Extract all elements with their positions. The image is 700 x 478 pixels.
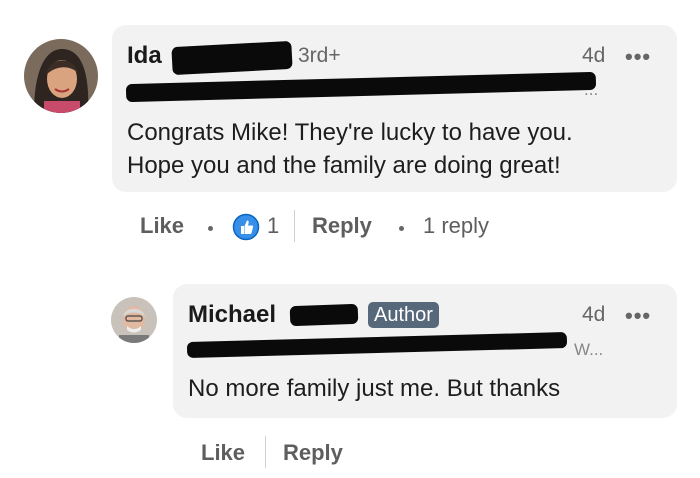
reply-text: No more family just me. But thanks [188, 375, 561, 402]
view-replies-link[interactable]: 1 reply [423, 213, 489, 239]
comment-text-line-1: Congrats Mike! They're lucky to have you… [127, 119, 573, 146]
commenter-avatar[interactable] [24, 39, 98, 113]
action-divider [294, 210, 295, 242]
commenter-headline: ... [584, 80, 599, 99]
comment-more-options-icon[interactable]: ••• [625, 44, 651, 70]
comment-like-button[interactable]: Like [140, 213, 184, 239]
reply-timestamp: 4d [582, 303, 606, 326]
separator-dot [399, 226, 404, 231]
reply-like-button[interactable]: Like [201, 440, 245, 466]
connection-degree: 3rd+ [298, 44, 341, 67]
like-reaction-icon[interactable] [232, 213, 260, 241]
replier-headline: W... [574, 340, 604, 359]
reaction-count[interactable]: 1 [267, 213, 279, 239]
author-badge: Author [368, 302, 439, 328]
comment-text-line-2: Hope you and the family are doing great! [127, 152, 561, 179]
comment-reply-button[interactable]: Reply [312, 213, 372, 239]
reply-more-options-icon[interactable]: ••• [625, 303, 651, 329]
comment-timestamp: 4d [582, 44, 606, 67]
action-divider [265, 436, 266, 468]
commenter-name[interactable]: Ida [127, 42, 162, 70]
separator-dot [208, 226, 213, 231]
reply-reply-button[interactable]: Reply [283, 440, 343, 466]
comment-text: Congrats Mike! They're lucky to have you… [127, 116, 667, 182]
replier-name[interactable]: Michael [188, 301, 276, 329]
replier-avatar[interactable] [111, 297, 157, 343]
redacted-surname [289, 303, 359, 327]
